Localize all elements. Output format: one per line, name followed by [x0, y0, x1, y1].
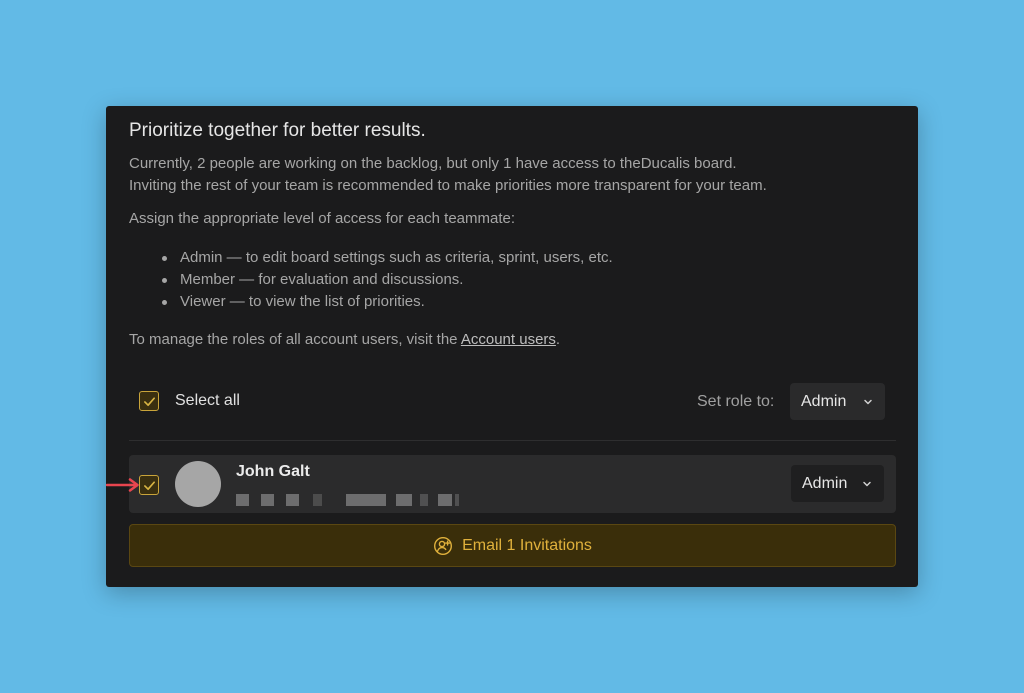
role-item-member: Member — for evaluation and discussions.	[162, 269, 613, 291]
user-role-value: Admin	[802, 474, 848, 492]
invite-modal: Prioritize together for better results. …	[106, 106, 918, 587]
modal-title: Prioritize together for better results.	[129, 120, 426, 141]
add-user-icon	[434, 536, 453, 555]
manage-roles-text: To manage the roles of all account users…	[129, 331, 560, 348]
select-all-checkbox[interactable]	[139, 391, 159, 411]
divider	[129, 440, 896, 441]
user-row: John Galt Admin	[129, 455, 896, 513]
manage-suffix: .	[555, 331, 561, 348]
email-invitations-label: Email 1 Invitations	[462, 536, 592, 554]
account-users-link[interactable]: Account users	[461, 331, 556, 348]
role-item-admin: Admin — to edit board settings such as c…	[162, 247, 613, 269]
set-role-value: Admin	[801, 392, 847, 410]
email-invitations-button[interactable]: Email 1 Invitations	[129, 524, 896, 567]
roles-list: Admin — to edit board settings such as c…	[162, 247, 613, 313]
manage-prefix: To manage the roles of all account users…	[129, 331, 461, 348]
user-role-dropdown[interactable]: Admin	[791, 465, 884, 502]
avatar	[175, 461, 221, 507]
check-icon	[143, 480, 155, 490]
assign-text: Assign the appropriate level of access f…	[129, 210, 516, 227]
set-role-dropdown[interactable]: Admin	[790, 383, 885, 420]
role-item-viewer: Viewer — to view the list of priorities.	[162, 291, 613, 313]
user-email-redacted	[236, 494, 459, 506]
select-all-label[interactable]: Select all	[175, 392, 240, 410]
intro-text: Currently, 2 people are working on the b…	[129, 153, 767, 197]
chevron-down-icon	[863, 481, 871, 486]
user-checkbox[interactable]	[139, 475, 159, 495]
check-icon	[143, 396, 155, 406]
set-role-label: Set role to:	[697, 393, 775, 410]
pointer-arrow-icon	[106, 478, 139, 492]
intro-line-1: Currently, 2 people are working on the b…	[129, 155, 737, 172]
intro-line-2: Inviting the rest of your team is recomm…	[129, 177, 767, 194]
chevron-down-icon	[864, 399, 872, 404]
user-name: John Galt	[236, 463, 310, 480]
